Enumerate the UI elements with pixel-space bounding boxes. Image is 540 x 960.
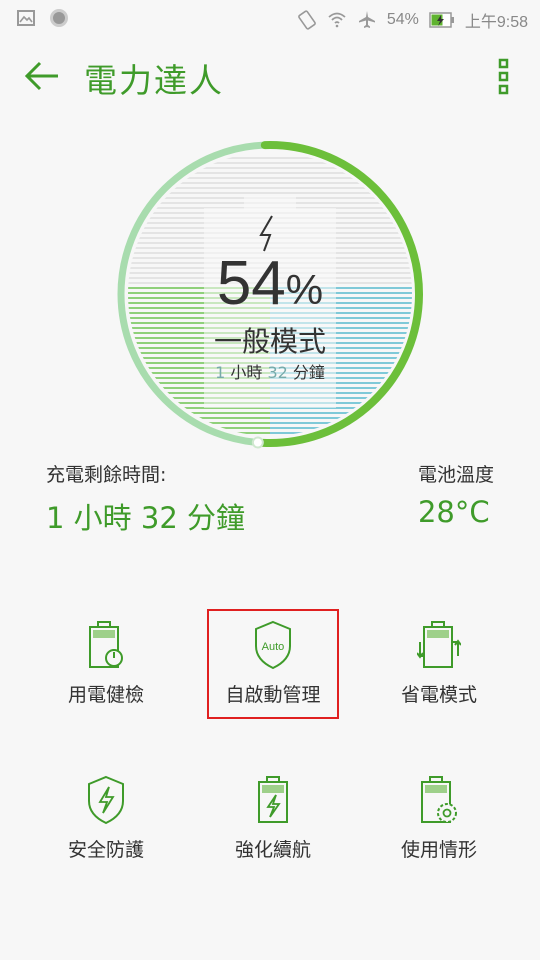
gauge-knob	[251, 436, 264, 449]
tile-battery-boost[interactable]: 強化續航	[206, 775, 340, 885]
rotate-icon	[297, 10, 316, 30]
battery-percent-big: 54%	[216, 249, 324, 318]
battery-bolt-icon	[258, 776, 288, 823]
tile-label: 安全防護	[67, 839, 144, 861]
battery-swap-icon	[417, 621, 461, 668]
power-mode: 一般模式	[213, 325, 326, 358]
status-bar: 54% 上午9:58	[0, 0, 540, 36]
record-icon	[50, 9, 68, 27]
gallery-icon	[17, 10, 35, 26]
battery-charging-icon	[429, 12, 454, 28]
temperature-block: 電池溫度 28°C	[418, 460, 494, 529]
charge-time-value: 1 小時 32 分鐘	[46, 501, 246, 535]
battery-gear-icon	[421, 776, 457, 823]
tile-label: 強化續航	[234, 839, 311, 861]
app-bar: 電力達人	[0, 40, 540, 110]
charge-time-label: 充電剩餘時間:	[46, 464, 167, 486]
back-arrow-icon[interactable]	[22, 58, 62, 94]
tile-label: 省電模式	[400, 684, 477, 706]
tile-label: 用電健檢	[67, 684, 144, 706]
page-title: 電力達人	[84, 61, 224, 100]
charge-time-block: 充電剩餘時間: 1 小時 32 分鐘	[46, 460, 245, 537]
battery-check-icon	[89, 621, 123, 668]
temperature-label: 電池溫度	[417, 464, 494, 486]
battery-percent: 54%	[386, 11, 419, 28]
selection-highlight	[207, 609, 339, 719]
battery-cap	[244, 196, 296, 210]
wifi-icon	[328, 12, 346, 28]
tile-security[interactable]: 安全防護	[39, 775, 173, 885]
airplane-icon	[358, 11, 375, 28]
clock: 上午9:58	[464, 14, 528, 31]
tile-power-saving[interactable]: 省電模式	[372, 620, 506, 730]
tile-usage[interactable]: 使用情形	[372, 775, 506, 885]
more-menu-icon[interactable]	[492, 58, 516, 96]
remaining-time-mini: 1 小時 32 分鐘	[215, 363, 325, 382]
temperature-value: 28°C	[417, 495, 490, 529]
tile-power-check[interactable]: 用電健檢	[39, 620, 173, 730]
security-shield-icon	[88, 775, 124, 825]
tile-label: 使用情形	[400, 839, 477, 861]
